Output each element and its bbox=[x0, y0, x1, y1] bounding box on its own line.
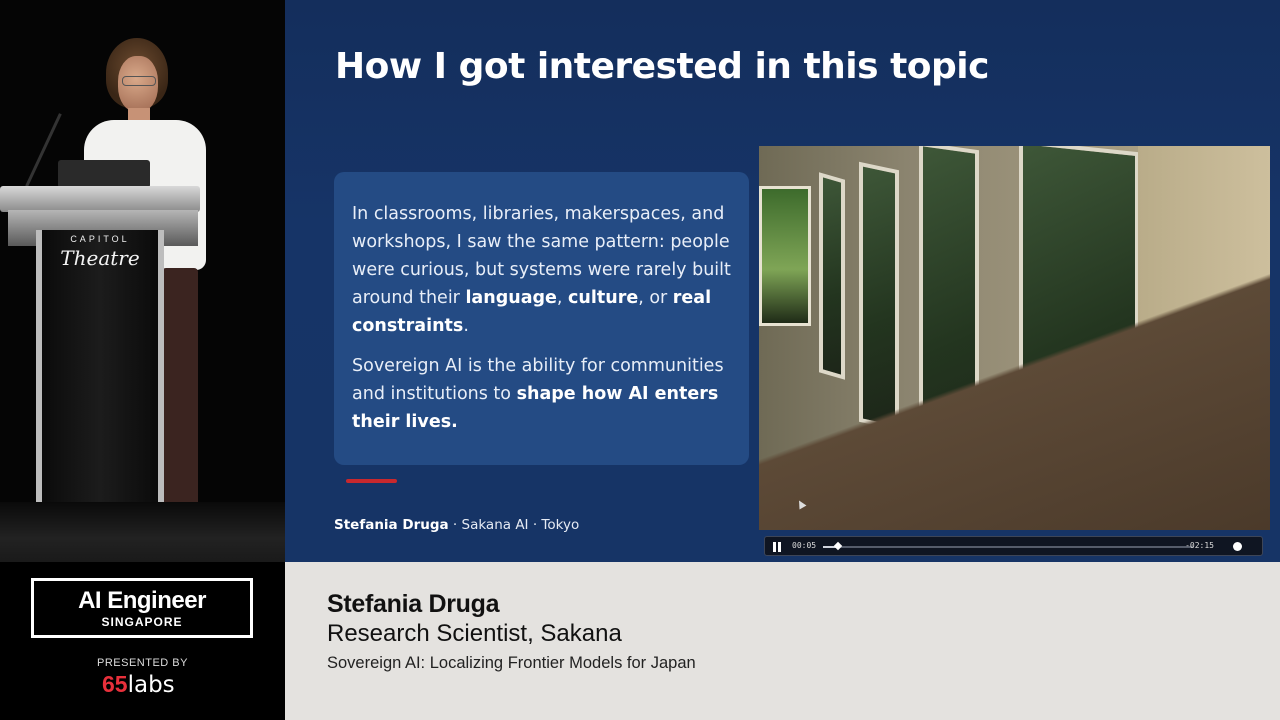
slide-byline: Stefania Druga · Sakana AI · Tokyo bbox=[334, 517, 580, 533]
sponsor-logo: 65labs bbox=[102, 671, 175, 698]
scrubber-handle[interactable] bbox=[833, 541, 843, 551]
remaining-time: -02:15 bbox=[1185, 541, 1214, 550]
callout-paragraph-2: Sovereign AI is the ability for communit… bbox=[352, 356, 724, 432]
elapsed-time: 00:05 bbox=[792, 541, 817, 550]
event-logo: AI Engineer SINGAPORE bbox=[31, 578, 253, 638]
embedded-video[interactable] bbox=[759, 146, 1270, 530]
venue-logo-line1: CAPITOL bbox=[70, 234, 130, 244]
speaker-name: Stefania Druga bbox=[327, 590, 500, 618]
accent-rule bbox=[346, 479, 397, 483]
callout-box: In classrooms, libraries, makerspaces, a… bbox=[334, 172, 749, 465]
lectern bbox=[0, 186, 200, 212]
presentation-slide: How I got interested in this topic In cl… bbox=[285, 0, 1280, 562]
callout-paragraph-1: In classrooms, libraries, makerspaces, a… bbox=[352, 204, 731, 336]
pause-icon[interactable] bbox=[771, 541, 783, 553]
talk-title: Sovereign AI: Localizing Frontier Models… bbox=[327, 654, 696, 672]
volume-handle[interactable] bbox=[1233, 542, 1242, 551]
event-branding: AI Engineer SINGAPORE PRESENTED BY 65lab… bbox=[0, 562, 285, 720]
microphone bbox=[25, 113, 62, 187]
slide-title: How I got interested in this topic bbox=[335, 46, 989, 87]
speaker-role: Research Scientist, Sakana bbox=[327, 620, 622, 647]
speaker-nameplate: Stefania Druga Research Scientist, Sakan… bbox=[285, 562, 1280, 720]
presented-by-label: PRESENTED BY bbox=[97, 657, 188, 669]
venue-logo-line2: Theatre bbox=[60, 246, 140, 270]
laptop bbox=[58, 160, 150, 188]
video-controls: 00:05 -02:15 bbox=[764, 536, 1263, 556]
speaker-camera-feed: CAPITOL Theatre bbox=[0, 0, 285, 562]
video-scrubber[interactable] bbox=[823, 541, 1193, 551]
